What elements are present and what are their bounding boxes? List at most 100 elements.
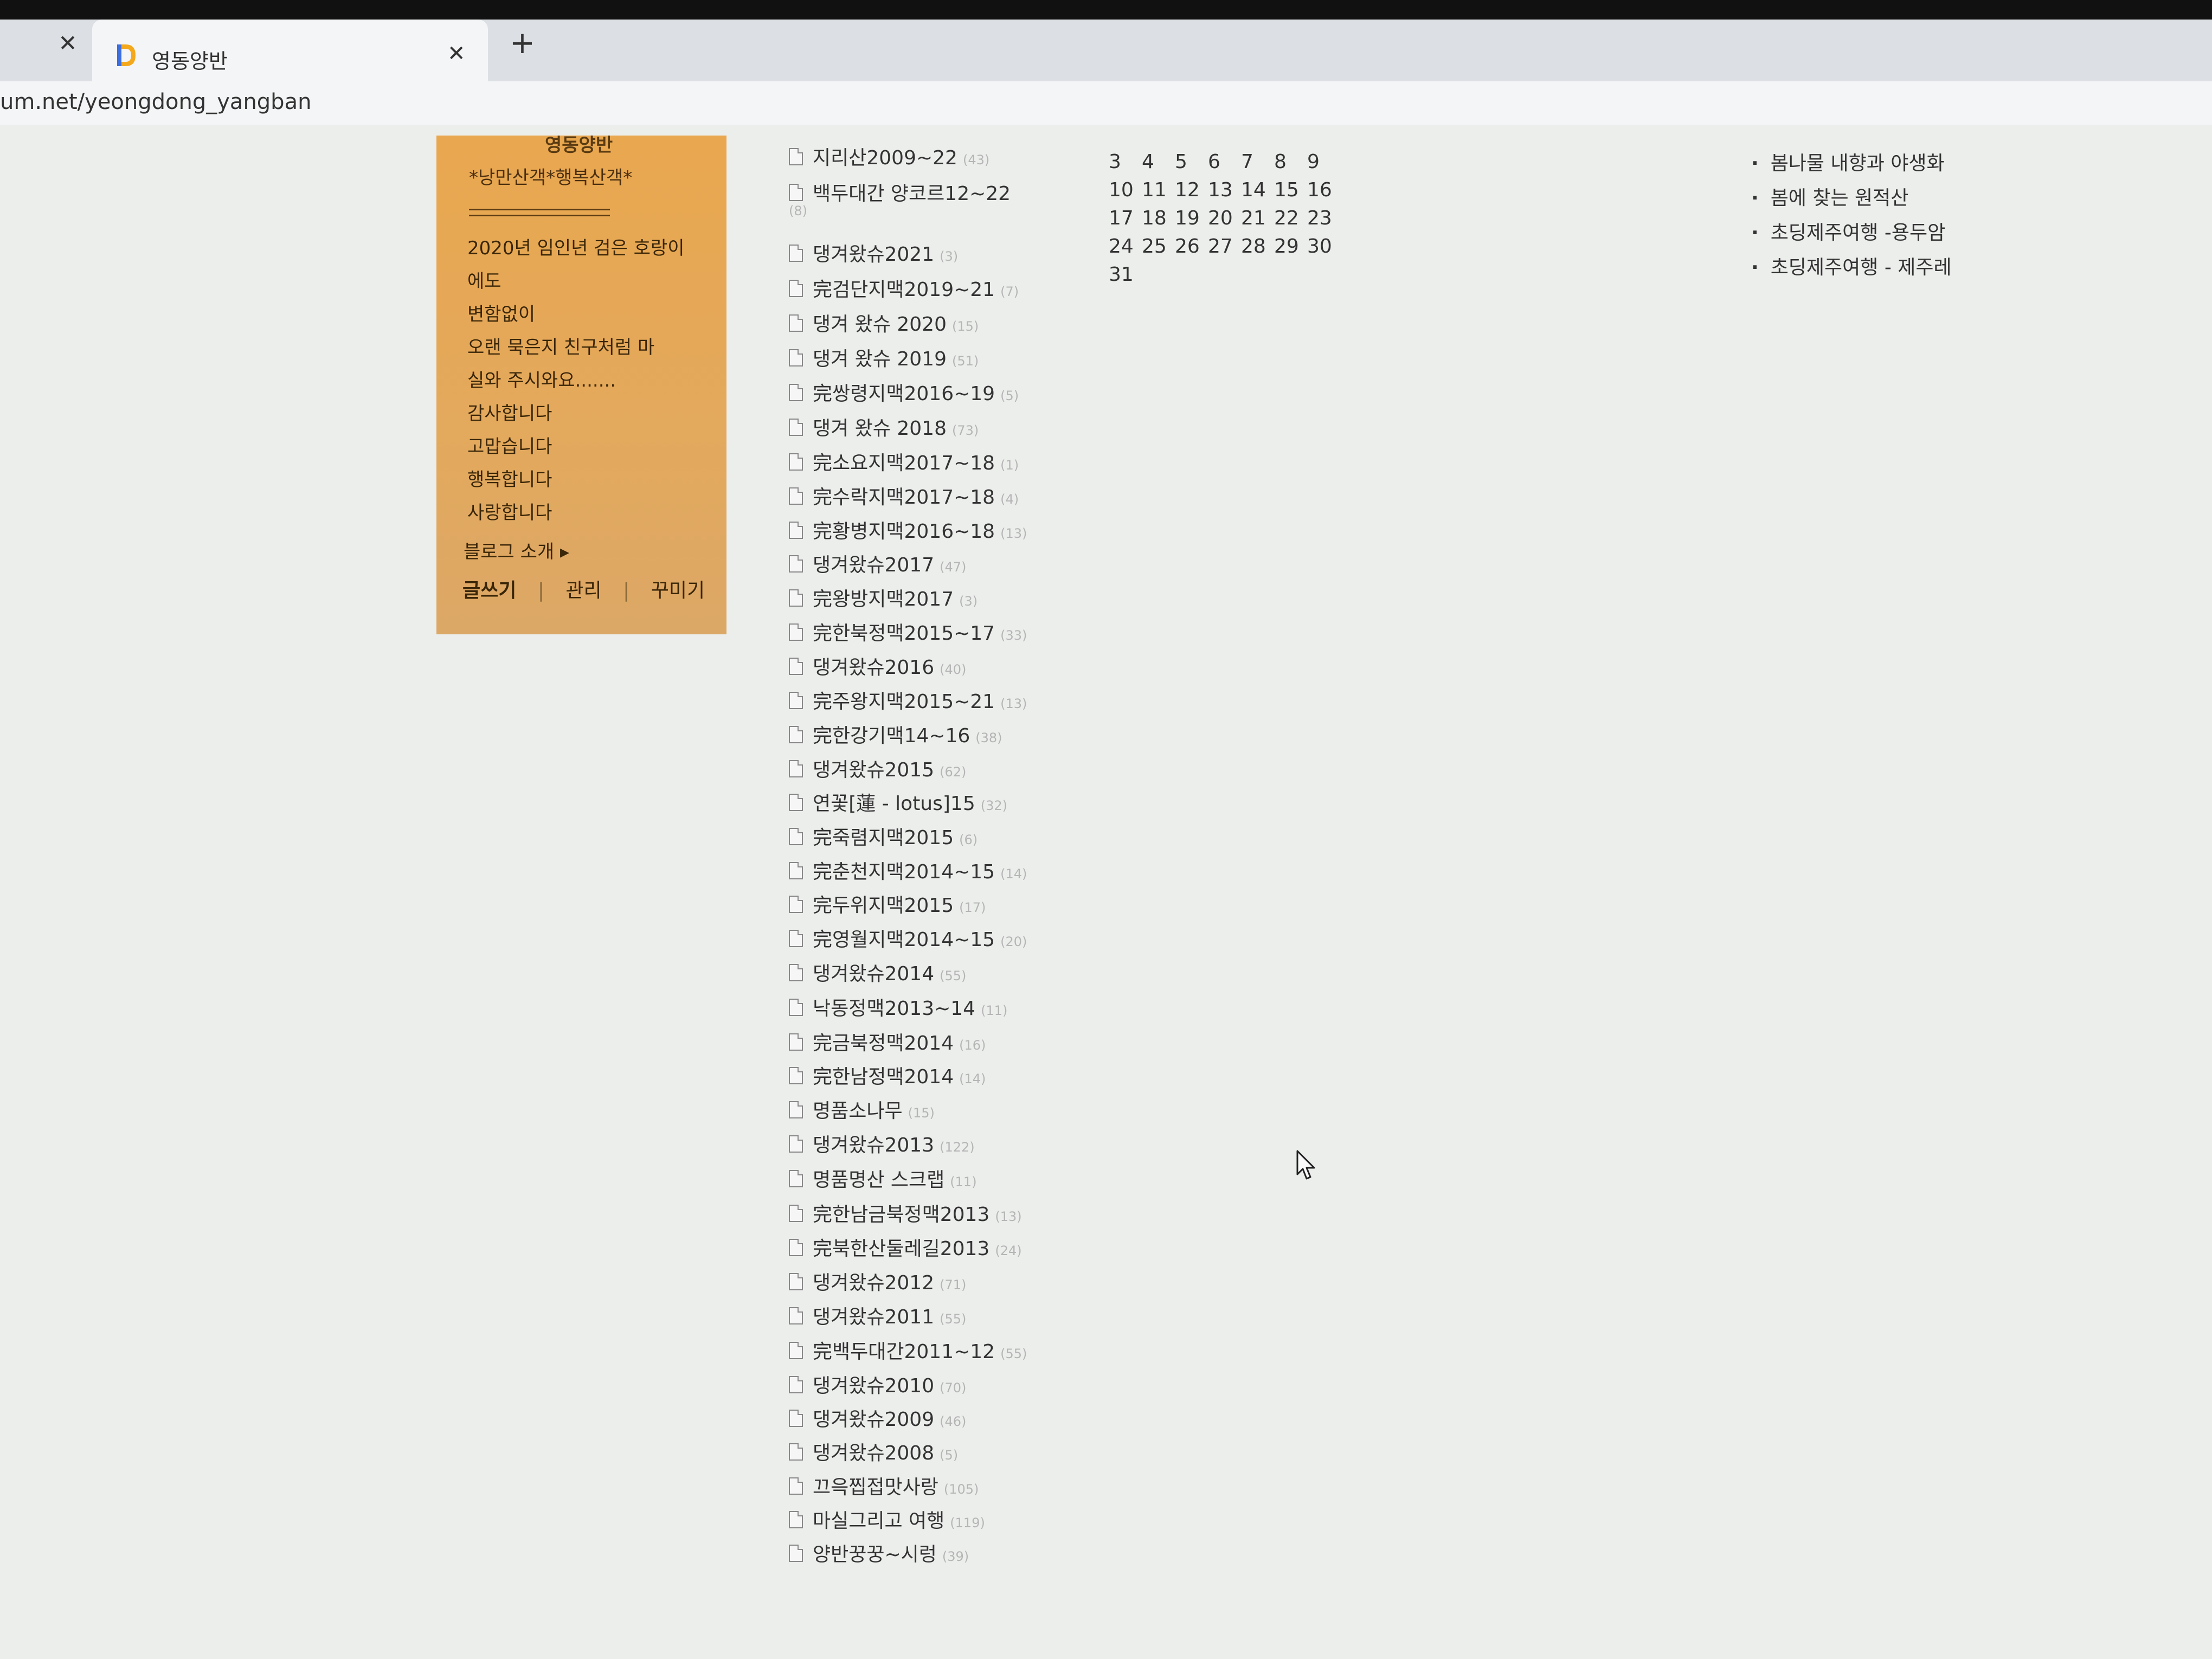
category-item[interactable]: 낙동정맥2013~14 (11) xyxy=(789,993,1223,1023)
calendar-day[interactable]: 31 xyxy=(1109,263,1142,286)
category-item[interactable]: 댕겨왔슈2013 (122) xyxy=(789,1129,1223,1160)
page-icon xyxy=(789,930,803,947)
category-item[interactable]: 完한남금북정맥2013 (13) xyxy=(789,1199,1223,1229)
calendar-day[interactable]: 25 xyxy=(1142,235,1175,258)
category-name: 完북한산둘레길2013 xyxy=(813,1238,990,1260)
calendar-day[interactable]: 14 xyxy=(1241,179,1274,201)
calendar-day[interactable]: 28 xyxy=(1241,235,1274,258)
calendar-day[interactable]: 12 xyxy=(1175,179,1208,201)
calendar-day[interactable]: 15 xyxy=(1274,179,1307,201)
calendar-day[interactable]: 9 xyxy=(1307,151,1340,173)
calendar-day[interactable]: 5 xyxy=(1175,151,1208,173)
previous-tab-close-icon[interactable]: ✕ xyxy=(57,27,79,60)
profile-actions: 글쓰기 | 관리 | 꾸미기 xyxy=(462,575,720,603)
category-item[interactable]: 完소요지맥2017~18 (1) xyxy=(789,447,1223,478)
category-item[interactable]: 完북한산둘레길2013 (24) xyxy=(789,1233,1223,1263)
calendar-day[interactable]: 6 xyxy=(1208,151,1241,173)
category-item[interactable]: 完수락지맥2017~18 (4) xyxy=(789,481,1223,512)
url-text[interactable]: um.net/yeongdong_yangban xyxy=(0,89,311,114)
calendar-day[interactable]: 20 xyxy=(1208,207,1241,229)
active-tab[interactable]: 영동양반 ✕ xyxy=(92,20,488,90)
address-bar[interactable] xyxy=(0,81,2212,125)
category-item[interactable]: 完백두대간2011~12 (55) xyxy=(789,1336,1223,1366)
recent-post-item[interactable]: 봄에 찾는 원적산 xyxy=(1751,182,1952,217)
category-item[interactable]: 完영월지맥2014~15 (20) xyxy=(789,924,1223,954)
category-item[interactable]: 完죽렴지맥2015 (6) xyxy=(789,822,1223,852)
category-count: (55) xyxy=(1000,1346,1027,1361)
calendar-day[interactable]: 26 xyxy=(1175,235,1208,258)
calendar-day[interactable]: 8 xyxy=(1274,151,1307,173)
tab-title: 영동양반 xyxy=(152,49,228,73)
calendar-day[interactable]: 21 xyxy=(1241,207,1274,229)
category-item[interactable]: 댕겨왔슈2012 (71) xyxy=(789,1267,1223,1297)
calendar-week: 17 18 19 20 21 22 23 xyxy=(1109,207,1340,235)
calendar-day[interactable]: 3 xyxy=(1109,151,1142,173)
recent-post-item[interactable]: 초딩제주여행 -용두암 xyxy=(1751,217,1952,252)
calendar-day[interactable]: 16 xyxy=(1307,179,1340,201)
category-count: (3) xyxy=(959,594,978,609)
recent-post-item[interactable]: 초딩제주여행 - 제주레 xyxy=(1751,252,1952,286)
calendar-day[interactable]: 4 xyxy=(1142,151,1175,173)
calendar-day[interactable]: 22 xyxy=(1274,207,1307,229)
category-item[interactable]: 댕겨 왔슈 2018 (73) xyxy=(789,413,1223,443)
category-item[interactable]: 完춘천지맥2014~15 (14) xyxy=(789,856,1223,886)
action-separator: | xyxy=(623,580,630,602)
calendar-day[interactable]: 10 xyxy=(1109,179,1142,201)
category-count: (14) xyxy=(1000,866,1027,882)
category-item[interactable]: 댕겨왔슈2011 (55) xyxy=(789,1301,1223,1332)
calendar-day[interactable]: 7 xyxy=(1241,151,1274,173)
manage-link[interactable]: 관리 xyxy=(565,575,601,603)
category-name: 完영월지맥2014~15 xyxy=(813,929,995,951)
page-icon xyxy=(789,314,803,332)
category-count: (40) xyxy=(940,662,967,677)
calendar-day[interactable]: 17 xyxy=(1109,207,1142,229)
category-item[interactable]: 끄윽찝접맛사랑 (105) xyxy=(789,1471,1223,1502)
page-icon xyxy=(789,623,803,641)
category-item[interactable]: 댕겨왔슈2015 (62) xyxy=(789,754,1223,785)
decorate-link[interactable]: 꾸미기 xyxy=(651,575,705,603)
category-item[interactable]: 完쌍령지맥2016~19 (5) xyxy=(789,378,1223,408)
category-item[interactable]: 完금북정맥2014 (16) xyxy=(789,1027,1223,1058)
category-item[interactable]: 댕겨왔슈2008 (5) xyxy=(789,1437,1223,1468)
recent-post-item[interactable]: 봄나물 내향과 야생화 xyxy=(1751,147,1952,182)
calendar-day[interactable]: 27 xyxy=(1208,235,1241,258)
category-item[interactable]: 完왕방지맥2017 (3) xyxy=(789,583,1223,614)
category-name: 完한북정맥2015~17 xyxy=(813,622,995,645)
calendar-day[interactable]: 24 xyxy=(1109,235,1142,258)
category-count: (70) xyxy=(940,1380,967,1396)
category-item[interactable]: 完주왕지맥2015~21 (13) xyxy=(789,686,1223,716)
page-icon xyxy=(789,280,803,297)
category-item[interactable]: 댕겨왔슈2016 (40) xyxy=(789,652,1223,682)
tab-close-icon[interactable]: ✕ xyxy=(447,41,466,66)
category-item[interactable]: 댕겨왔슈2017 (47) xyxy=(789,549,1223,580)
category-item[interactable]: 댕겨 왔슈 2019 (51) xyxy=(789,343,1223,374)
page-icon xyxy=(789,522,803,539)
calendar-day[interactable]: 23 xyxy=(1307,207,1340,229)
category-item[interactable]: 댕겨 왔슈 2020 (15) xyxy=(789,308,1223,339)
category-item[interactable]: 명품소나무 (15) xyxy=(789,1095,1223,1126)
calendar-day[interactable]: 18 xyxy=(1142,207,1175,229)
calendar-week: 10 11 12 13 14 15 16 xyxy=(1109,179,1340,207)
category-item[interactable]: 完한남정맥2014 (14) xyxy=(789,1061,1223,1091)
category-item[interactable]: 연꽃[蓮 - lotus]15 (32) xyxy=(789,788,1223,818)
category-item[interactable]: 댕겨왔슈2014 (55) xyxy=(789,958,1223,988)
category-item[interactable]: 完한북정맥2015~17 (33) xyxy=(789,618,1223,648)
category-item[interactable]: 댕겨왔슈2010 (70) xyxy=(789,1370,1223,1400)
calendar-day[interactable]: 13 xyxy=(1208,179,1241,201)
category-item[interactable]: 完한강기맥14~16 (38) xyxy=(789,720,1223,750)
category-item[interactable]: 명품명산 스크랩 (11) xyxy=(789,1164,1223,1194)
write-post-link[interactable]: 글쓰기 xyxy=(462,575,516,603)
category-item[interactable]: 完두위지맥2015 (17) xyxy=(789,890,1223,920)
calendar-day[interactable]: 11 xyxy=(1142,179,1175,201)
category-item[interactable]: 完황병지맥2016~18 (13) xyxy=(789,516,1223,546)
category-count: (11) xyxy=(950,1174,977,1189)
page-icon xyxy=(789,419,803,436)
blog-intro-link[interactable]: 블로그 소개 ▸ xyxy=(464,537,569,563)
calendar-day[interactable]: 19 xyxy=(1175,207,1208,229)
calendar-day[interactable]: 30 xyxy=(1307,235,1340,258)
new-tab-button[interactable]: + xyxy=(510,27,535,60)
category-item[interactable]: 마실그리고 여행 (119) xyxy=(789,1505,1223,1535)
category-item[interactable]: 댕겨왔슈2009 (46) xyxy=(789,1404,1223,1434)
calendar-day[interactable]: 29 xyxy=(1274,235,1307,258)
category-item[interactable]: 양반꿍꿍~시렁 (39) xyxy=(789,1539,1223,1569)
